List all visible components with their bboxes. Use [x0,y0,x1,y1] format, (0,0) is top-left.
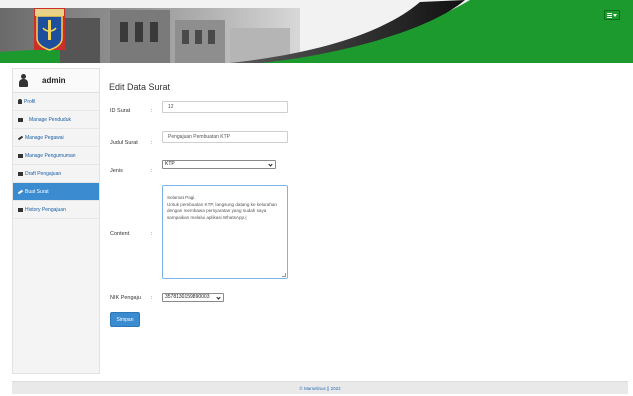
sidebar-item-label: Manage Pegawai [25,134,64,141]
header-menu-button[interactable] [604,10,620,20]
colon-separator: : [151,140,153,146]
nik-pengaju-label: NIK Pengaju [110,295,141,301]
chevron-down-icon [216,295,221,300]
header-banner [0,0,633,63]
colon-separator: : [151,231,153,237]
colon-separator: : [151,108,153,114]
sidebar-item-buat-surat[interactable]: Buat Surat [13,183,99,201]
sidebar-item-label: Profil [24,98,36,105]
sidebar-item-draft-pengajuan[interactable]: Draft Pengajuan [13,165,99,183]
jenis-selected-value: KTP [165,161,175,167]
id-surat-input[interactable] [162,101,288,113]
simpan-button[interactable]: Simpan [110,312,140,327]
content-textarea[interactable]: Selamat Pagi. Untuk pembuatan KTP, langs… [162,185,288,279]
pencil-icon [17,189,24,194]
table-icon [18,117,23,122]
user-name: admin [42,76,66,85]
content-text: Selamat Pagi. Untuk pembuatan KTP, langs… [167,195,277,220]
footer-text: © Marselinus || 2022 [299,385,341,391]
jenis-select[interactable]: KTP [162,160,276,169]
user-icon [18,99,22,104]
city-banner-image [0,0,633,63]
colon-separator: : [151,295,153,301]
content-label: Content [110,231,130,237]
caret-down-icon [613,13,617,17]
sidebar-item-label: Manage Penduduk [29,116,71,123]
page-title: Edit Data Surat [109,82,171,92]
chevron-down-icon [268,162,273,167]
user-avatar-icon [19,74,28,87]
colon-separator: : [151,168,153,174]
footer: © Marselinus || 2022 [12,381,628,394]
sidebar: admin Profil Manage Penduduk Manage Pega… [12,68,100,374]
nik-pengaju-selected-value: 3578130159890003 [165,294,210,300]
id-surat-label: ID Surat [110,108,131,114]
sidebar-item-manage-pegawai[interactable]: Manage Pegawai [13,129,99,147]
sidebar-item-label: Buat Surat [25,188,49,195]
list-icon [18,153,23,158]
judul-surat-label: Judul Surat [110,140,138,146]
hamburger-icon [607,12,612,18]
sidebar-item-label: History Pengajuan [25,206,66,213]
judul-surat-input[interactable] [162,131,288,143]
sidebar-item-manage-penduduk[interactable]: Manage Penduduk [13,111,99,129]
sidebar-item-manage-pengumuman[interactable]: Manage Pengumuman [13,147,99,165]
sidebar-item-label: Draft Pengajuan [25,170,62,177]
sidebar-item-label: Manage Pengumuman [25,152,76,159]
sidebar-item-profil[interactable]: Profil [13,93,99,111]
jenis-label: Jenis [110,168,123,174]
pencil-icon [17,135,24,140]
resize-handle-icon[interactable] [282,273,286,277]
document-icon [18,171,23,176]
main-content: Edit Data Surat ID Surat : Judul Surat :… [100,68,628,374]
sidebar-item-history-pengajuan[interactable]: History Pengajuan [13,201,99,219]
list-icon [18,207,23,212]
nik-pengaju-select[interactable]: 3578130159890003 [162,293,224,302]
user-profile-box: admin [13,69,99,93]
